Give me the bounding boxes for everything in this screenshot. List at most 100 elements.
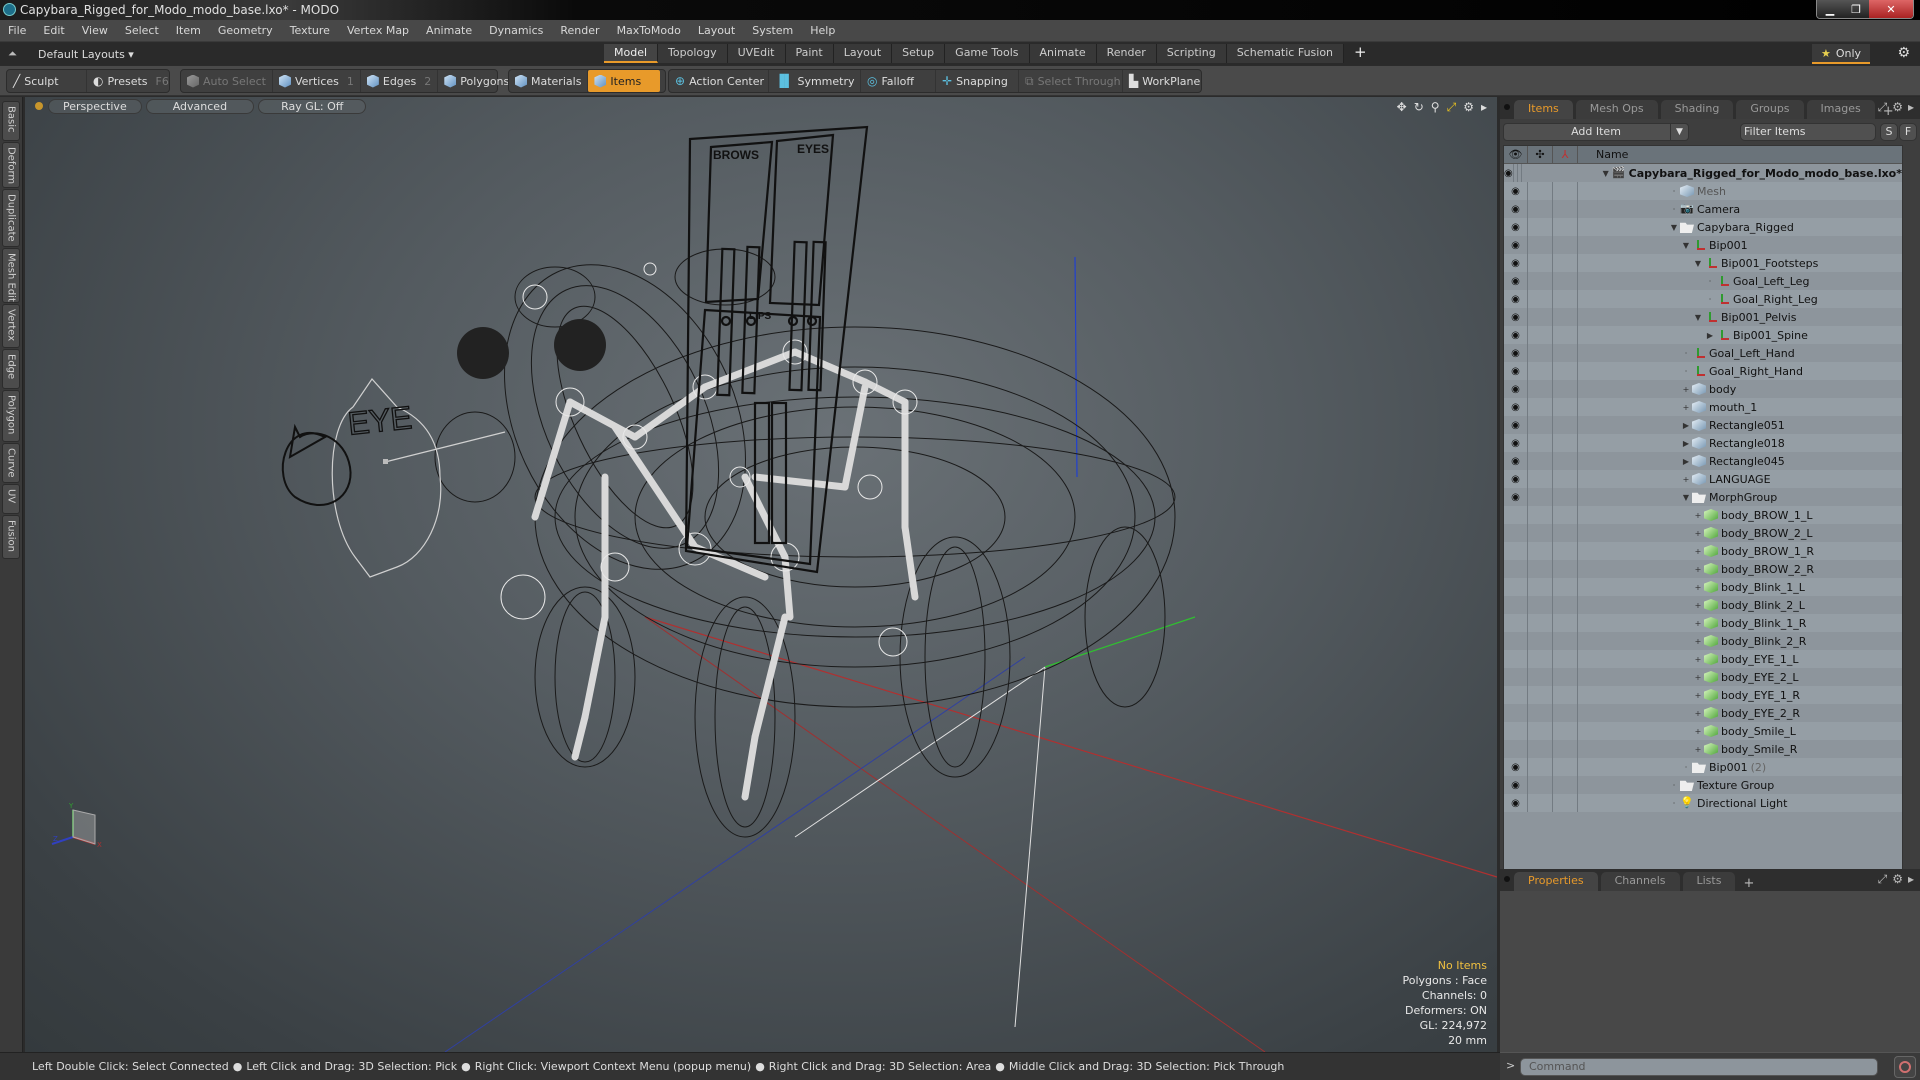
axis-toggle[interactable] [1553,434,1578,452]
expand-plus-icon[interactable]: + [1692,691,1704,700]
tree-row[interactable]: ◉ · Mesh [1504,182,1902,200]
axis-toggle[interactable] [1553,560,1578,578]
tree-item-name[interactable]: ▼ Bip001 [1578,239,1748,252]
tree-item-name[interactable]: + body_BROW_1_R [1578,545,1814,558]
axis-column-icon[interactable]: ⅄ [1553,146,1578,163]
menu-texture[interactable]: Texture [290,24,330,37]
tree-item-name[interactable]: ▶ Bip001_Spine [1578,329,1808,342]
expand-plus-icon[interactable]: + [1680,475,1692,484]
lock-toggle[interactable] [1528,416,1553,434]
layout-tab-model[interactable]: Model [604,44,659,63]
axis-toggle[interactable] [1553,380,1578,398]
axis-toggle[interactable] [1553,254,1578,272]
viewport-settings-icon[interactable]: ⚙ [1463,100,1474,115]
tab-edge[interactable]: Edge [2,349,20,389]
lock-toggle[interactable] [1528,254,1553,272]
visibility-toggle[interactable]: ◉ [1504,272,1528,290]
panel-menu-dot[interactable] [1504,104,1510,110]
lock-toggle[interactable] [1528,200,1553,218]
visibility-toggle[interactable]: ◉ [1504,164,1514,182]
visibility-toggle[interactable]: ◉ [1504,380,1528,398]
axis-toggle[interactable] [1553,794,1578,812]
3d-viewport[interactable]: BROWS EYES LIPS EYE Y X Z Perspective Ad… [25,97,1497,1052]
tree-row[interactable]: + body_Blink_1_L [1504,578,1902,596]
panel-settings-icon[interactable]: ⚙ [1892,100,1903,115]
axis-toggle[interactable] [1553,272,1578,290]
tree-item-name[interactable]: + body [1578,383,1737,396]
maximize-viewport-icon[interactable]: ⤢ [1447,100,1457,115]
axis-toggle[interactable] [1553,416,1578,434]
visibility-toggle[interactable]: ◉ [1504,416,1528,434]
perspective-view-button[interactable]: Perspective [48,98,142,114]
visibility-toggle[interactable]: ◉ [1504,236,1528,254]
tree-item-name[interactable]: ▼ Capybara_Rigged [1578,221,1794,234]
lock-toggle[interactable] [1528,344,1553,362]
axis-toggle[interactable] [1553,650,1578,668]
lock-toggle[interactable] [1528,542,1553,560]
tree-item-name[interactable]: + body_EYE_1_L [1578,653,1799,666]
visibility-toggle[interactable] [1504,686,1528,704]
tree-row[interactable]: + body_Blink_1_R [1504,614,1902,632]
tree-row[interactable]: ◉ ▶ Bip001_Spine [1504,326,1902,344]
tab-curve[interactable]: Curve [2,443,20,483]
layout-tab-setup[interactable]: Setup [892,44,946,63]
tree-row[interactable]: ◉ ▶ Rectangle018 [1504,434,1902,452]
lock-toggle[interactable] [1528,362,1553,380]
axis-toggle[interactable] [1553,398,1578,416]
menu-file[interactable]: File [8,24,26,37]
menu-item[interactable]: Item [176,24,201,37]
axis-toggle[interactable] [1553,524,1578,542]
tree-row[interactable]: ◉ · 📷 Camera [1504,200,1902,218]
action-center-button[interactable]: ⊕ Action Center [669,70,769,92]
tree-row[interactable]: ◉ · Texture Group [1504,776,1902,794]
gear-icon[interactable]: ⚙ [1897,45,1910,61]
lock-toggle[interactable] [1528,704,1553,722]
lock-toggle[interactable] [1528,524,1553,542]
layout-tab-topology[interactable]: Topology [658,44,728,63]
tree-row[interactable]: ◉ ▼ 🎬 Capybara_Rigged_for_Modo_modo_base.lx… [1504,164,1902,182]
tree-item-name[interactable]: · 💡 Directional Light [1578,797,1788,810]
expand-arrow-icon[interactable]: ▼ [1600,169,1612,178]
axis-toggle[interactable] [1553,308,1578,326]
tree-row[interactable]: + body_EYE_1_L [1504,650,1902,668]
minimize-button[interactable]: ▁ [1817,0,1843,18]
shading-mode-button[interactable]: Advanced [145,98,255,114]
lock-toggle[interactable] [1528,740,1553,758]
lock-toggle[interactable] [1528,794,1553,812]
tree-item-name[interactable]: + mouth_1 [1578,401,1758,414]
lock-toggle[interactable] [1528,380,1553,398]
tree-item-name[interactable]: + LANGUAGE [1578,473,1771,486]
tree-row[interactable]: ◉ ▼ MorphGroup [1504,488,1902,506]
expand-panel-icon[interactable]: ⤢ [1878,100,1888,115]
tree-row[interactable]: + body_EYE_1_R [1504,686,1902,704]
tree-item-name[interactable]: + body_Blink_1_R [1578,617,1807,630]
menu-view[interactable]: View [82,24,108,37]
tab-duplicate[interactable]: Duplicate [2,189,20,247]
tab-lists[interactable]: Lists [1682,872,1736,891]
tree-item-name[interactable]: + body_BROW_1_L [1578,509,1813,522]
menu-system[interactable]: System [752,24,793,37]
tree-row[interactable]: + body_Smile_R [1504,740,1902,758]
lock-toggle[interactable] [1528,506,1553,524]
lock-toggle[interactable] [1528,758,1553,776]
visibility-toggle[interactable]: ◉ [1504,218,1528,236]
tree-row[interactable]: + body_EYE_2_L [1504,668,1902,686]
axis-toggle[interactable] [1553,362,1578,380]
expand-plus-icon[interactable]: + [1692,709,1704,718]
tree-item-name[interactable]: + body_EYE_2_R [1578,707,1800,720]
layout-tab-uvedit[interactable]: UVEdit [727,44,786,63]
axis-toggle[interactable] [1553,614,1578,632]
expand-plus-icon[interactable]: + [1680,403,1692,412]
expand-plus-icon[interactable]: + [1692,547,1704,556]
s-filter-button[interactable]: S [1880,123,1898,141]
tree-row[interactable]: ◉ ▶ Rectangle051 [1504,416,1902,434]
axis-toggle[interactable] [1553,758,1578,776]
tab-mesh-edit[interactable]: Mesh Edit [2,248,20,303]
tree-row[interactable]: + body_BROW_2_R [1504,560,1902,578]
visibility-column-icon[interactable]: 👁 [1504,146,1528,163]
visibility-toggle[interactable] [1504,542,1528,560]
expand-plus-icon[interactable]: + [1692,637,1704,646]
command-input[interactable]: Command [1520,1058,1878,1076]
layout-tab-layout[interactable]: Layout [833,44,893,63]
tab-deform[interactable]: Deform [2,142,20,188]
